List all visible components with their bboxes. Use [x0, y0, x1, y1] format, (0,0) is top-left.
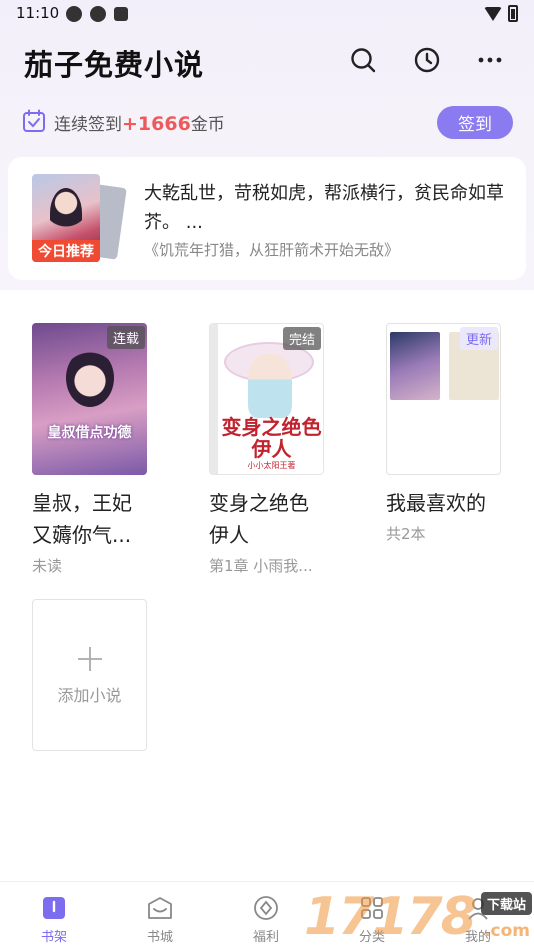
- nav-bookshelf[interactable]: 书架: [24, 894, 84, 945]
- cover-illustration: [50, 188, 82, 238]
- search-button[interactable]: [347, 44, 379, 76]
- wifi-icon: [484, 6, 502, 21]
- recommendation-card[interactable]: 今日推荐 大乾乱世，苛税如虎，帮派横行，贫民命如草芥。 ... 《饥荒年打猎，从…: [8, 157, 526, 280]
- clock-icon: [414, 47, 440, 73]
- bookstore-icon: [146, 894, 174, 922]
- notification-icon: [114, 7, 128, 21]
- checkin-coins: +1666: [122, 113, 191, 135]
- notification-icon: [90, 6, 106, 22]
- add-novel-label: 添加小说: [57, 686, 122, 705]
- book-item[interactable]: 皇叔借点功德 连载 皇叔，王妃又薅你气... 未读: [32, 323, 147, 576]
- nav-label: 书城: [146, 930, 173, 945]
- cover-text: 皇叔借点功德: [47, 425, 132, 441]
- checkin-button[interactable]: 签到: [437, 106, 513, 139]
- book-item[interactable]: 变身之绝色伊人 小小太阳王著 完结 变身之绝色伊人 第1章 小雨我...: [209, 323, 324, 576]
- welfare-icon: [252, 894, 280, 922]
- today-recommend-badge: 今日推荐: [32, 240, 100, 262]
- watermark-tag: 下载站: [480, 892, 532, 915]
- book-group-item[interactable]: 更新 我最喜欢的 共2本: [386, 323, 501, 544]
- book-status-tag: 更新: [459, 327, 498, 350]
- battery-icon: [508, 5, 518, 22]
- site-watermark: 17178 下载站 .com: [304, 887, 534, 950]
- history-button[interactable]: [411, 44, 443, 76]
- status-bar: 11:10: [0, 0, 534, 30]
- cover-author: 小小太阳王著: [247, 461, 296, 470]
- status-system-icons: [484, 5, 518, 22]
- cover-text: 变身之绝色伊人: [221, 415, 322, 461]
- checkin-suffix: 金币: [190, 115, 225, 135]
- more-button[interactable]: [474, 44, 506, 76]
- status-notification-icons: [66, 6, 128, 22]
- bookshelf-icon: [40, 894, 68, 922]
- book-status-tag: 完结: [282, 327, 321, 350]
- book-cover: 变身之绝色伊人 小小太阳王著 完结: [209, 323, 324, 475]
- book-status-tag: 连载: [106, 326, 145, 349]
- checkin-prefix: 连续签到: [54, 115, 122, 135]
- book-cover: 皇叔借点功德 连载: [32, 323, 147, 475]
- recommendation-source: 《饥荒年打猎，从狂肝箭术开始无敌》: [144, 241, 400, 259]
- book-count: 共2本: [386, 525, 426, 543]
- notification-icon: [66, 6, 82, 22]
- watermark-domain: .com: [484, 921, 530, 941]
- add-novel-button[interactable]: 添加小说: [32, 599, 147, 751]
- more-icon: [478, 57, 502, 63]
- book-title: 皇叔，王妃又薅你气...: [32, 491, 132, 547]
- nav-welfare[interactable]: 福利: [236, 894, 296, 945]
- checkin-status: 连续签到 +1666 金币: [54, 110, 225, 135]
- watermark-digits: 17178: [304, 887, 477, 947]
- app-title: 茄子免费小说: [24, 48, 205, 82]
- search-icon: [351, 48, 376, 73]
- mini-book-cover: [390, 332, 440, 400]
- nav-label: 书架: [40, 930, 67, 945]
- nav-label: 福利: [252, 930, 279, 945]
- book-title: 我最喜欢的: [386, 491, 486, 515]
- book-title: 变身之绝色伊人: [209, 491, 309, 547]
- recommendation-description: 大乾乱世，苛税如虎，帮派横行，贫民命如草芥。 ...: [144, 183, 504, 233]
- calendar-check-icon: [23, 109, 45, 132]
- nav-bookstore[interactable]: 书城: [130, 894, 190, 945]
- book-progress: 第1章 小雨我...: [209, 557, 313, 575]
- cover-spine: [210, 324, 218, 474]
- book-progress: 未读: [32, 557, 63, 575]
- status-time: 11:10: [16, 4, 60, 22]
- plus-icon: [77, 647, 102, 671]
- cover-illustration: [248, 354, 292, 418]
- cover-illustration: [66, 349, 114, 407]
- book-group-cover: 更新: [386, 323, 501, 475]
